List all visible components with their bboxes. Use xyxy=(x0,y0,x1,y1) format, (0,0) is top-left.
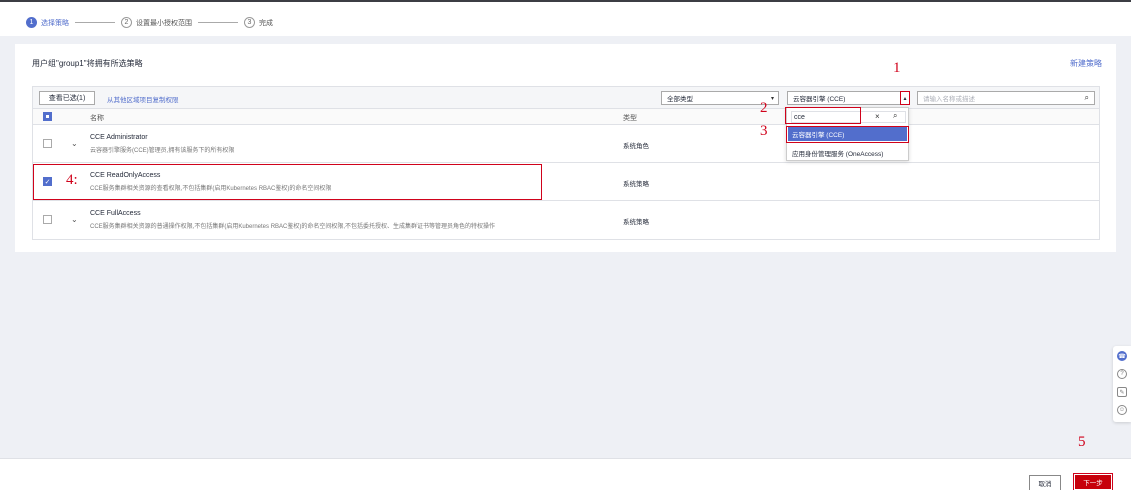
feedback-icon[interactable]: ✎ xyxy=(1117,387,1127,397)
highlight-box-search xyxy=(785,107,861,124)
step-3: 3 完成 xyxy=(244,17,273,28)
step-2-label: 设置最小授权范围 xyxy=(136,19,192,27)
row-checkbox[interactable] xyxy=(43,139,52,148)
step-divider xyxy=(198,22,238,23)
column-header-type: 类型 xyxy=(623,115,637,122)
policy-description: 云容器引擎服务(CCE)管理员,拥有该服务下的所有权限 xyxy=(90,148,235,154)
annotation-number: 2 xyxy=(760,100,768,116)
step-2-number: 2 xyxy=(121,17,132,28)
column-header-name: 名称 xyxy=(90,115,104,122)
help-icon[interactable]: ? xyxy=(1117,369,1127,379)
wizard-header: 1 选择策略 2 设置最小授权范围 3 完成 xyxy=(0,0,1131,36)
search-input[interactable]: 请输入名称或描述 ⌕ xyxy=(917,91,1095,105)
wizard-steps: 1 选择策略 2 设置最小授权范围 3 完成 xyxy=(26,17,273,28)
chevron-down-icon[interactable]: ⌄ xyxy=(71,139,78,148)
floating-toolbar: ☎ ? ✎ ☺ xyxy=(1113,346,1131,422)
policy-table: 查看已选(1) 从其他区域项目复制权限 全部类型 ▾ 云容器引擎 (CCE) ▴… xyxy=(32,86,1100,240)
annotation-number: 1 xyxy=(893,60,901,76)
policy-type: 系统策略 xyxy=(623,181,649,188)
chevron-up-icon[interactable]: ▴ xyxy=(900,91,910,105)
search-icon[interactable]: ⌕ xyxy=(893,111,897,121)
step-3-label: 完成 xyxy=(259,19,273,27)
annotation-number: 5 xyxy=(1078,434,1086,450)
policy-panel: 用户组"group1"将拥有所选策略 新建策略 查看已选(1) 从其他区域项目复… xyxy=(15,44,1116,252)
policy-type-value: 全部类型 xyxy=(667,96,693,103)
step-1-number: 1 xyxy=(26,17,37,28)
view-selected-button[interactable]: 查看已选(1) xyxy=(39,91,95,105)
search-placeholder: 请输入名称或描述 xyxy=(923,96,975,103)
table-row[interactable]: ⌄ CCE Administrator 云容器引擎服务(CCE)管理员,拥有该服… xyxy=(33,125,1099,163)
support-icon[interactable]: ☎ xyxy=(1117,351,1127,361)
highlight-box-row xyxy=(33,164,542,200)
annotation-number: 4: xyxy=(66,172,78,188)
new-policy-link[interactable]: 新建策略 xyxy=(1070,58,1102,69)
select-all-checkbox[interactable] xyxy=(43,112,52,121)
policy-name: CCE Administrator xyxy=(90,134,148,141)
cancel-button[interactable]: 取消 xyxy=(1029,475,1061,490)
next-button[interactable]: 下一步 xyxy=(1073,473,1113,490)
annotation-number: 3 xyxy=(760,123,768,139)
highlight-box-option xyxy=(786,126,909,143)
service-select-value: 云容器引擎 (CCE) xyxy=(793,96,846,103)
smile-icon[interactable]: ☺ xyxy=(1117,405,1127,415)
chevron-down-icon[interactable]: ⌄ xyxy=(71,215,78,224)
clear-icon[interactable]: × xyxy=(875,112,880,121)
step-2: 2 设置最小授权范围 xyxy=(121,17,192,28)
row-checkbox[interactable] xyxy=(43,215,52,224)
step-1: 1 选择策略 xyxy=(26,17,69,28)
table-toolbar: 查看已选(1) 从其他区域项目复制权限 全部类型 ▾ 云容器引擎 (CCE) ▴… xyxy=(33,87,1099,109)
step-3-number: 3 xyxy=(244,17,255,28)
panel-title: 用户组"group1"将拥有所选策略 xyxy=(32,59,143,68)
dropdown-option-oneaccess[interactable]: 应用身份管理服务 (OneAccess) xyxy=(788,146,907,160)
service-select[interactable]: 云容器引擎 (CCE) ▴ xyxy=(787,91,910,105)
table-header: 名称 类型 xyxy=(33,109,1099,125)
search-icon[interactable]: ⌕ xyxy=(1085,93,1089,103)
policy-type: 系统角色 xyxy=(623,143,649,150)
step-1-label: 选择策略 xyxy=(41,19,69,27)
chevron-down-icon: ▾ xyxy=(770,96,774,102)
footer-bar: 取消 下一步 xyxy=(0,458,1131,490)
table-row[interactable]: ⌄ CCE FullAccess CCE服务集群相关资源的普通操作权限,不包括集… xyxy=(33,201,1099,239)
policy-name: CCE FullAccess xyxy=(90,210,141,217)
step-divider xyxy=(75,22,115,23)
policy-description: CCE服务集群相关资源的普通操作权限,不包括集群(启用Kubernetes RB… xyxy=(90,224,496,230)
copy-permissions-link[interactable]: 从其他区域项目复制权限 xyxy=(107,94,179,104)
policy-type: 系统策略 xyxy=(623,219,649,226)
